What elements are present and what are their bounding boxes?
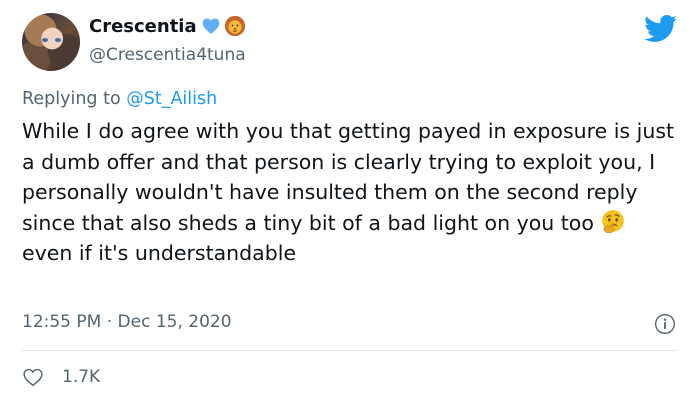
thinking-face-icon	[602, 209, 624, 233]
author-name-row: Crescentia	[89, 13, 246, 39]
like-action[interactable]: 1.7K	[22, 367, 100, 387]
tweet-text-part1: While I do agree with you that getting p…	[22, 119, 675, 235]
tweet-time: 12:55 PM	[22, 312, 102, 332]
avatar-eye	[42, 38, 48, 42]
twitter-bird-icon[interactable]	[644, 15, 678, 43]
reply-to-handle[interactable]: @St_Ailish	[126, 89, 217, 109]
lion-icon	[224, 15, 245, 37]
tweet-timestamp[interactable]: 12:55 PM · Dec 15, 2020	[22, 312, 232, 332]
tweet-text-part2: even if it's understandable	[22, 241, 297, 265]
avatar[interactable]	[22, 13, 80, 71]
tweet-date: Dec 15, 2020	[117, 312, 232, 332]
replying-to-label: Replying to	[22, 89, 127, 109]
replying-to-line: Replying to @St_Ailish	[22, 89, 217, 109]
heart-like-icon[interactable]	[22, 367, 44, 387]
avatar-eye	[55, 38, 61, 42]
like-count: 1.7K	[62, 367, 101, 387]
info-icon[interactable]	[654, 313, 676, 335]
timestamp-separator: ·	[101, 312, 118, 332]
tweet-text: While I do agree with you that getting p…	[22, 116, 682, 269]
divider	[22, 350, 678, 351]
author-display-name[interactable]: Crescentia	[89, 16, 197, 37]
blue-heart-icon	[202, 18, 219, 34]
author-handle[interactable]: @Crescentia4tuna	[89, 45, 246, 65]
